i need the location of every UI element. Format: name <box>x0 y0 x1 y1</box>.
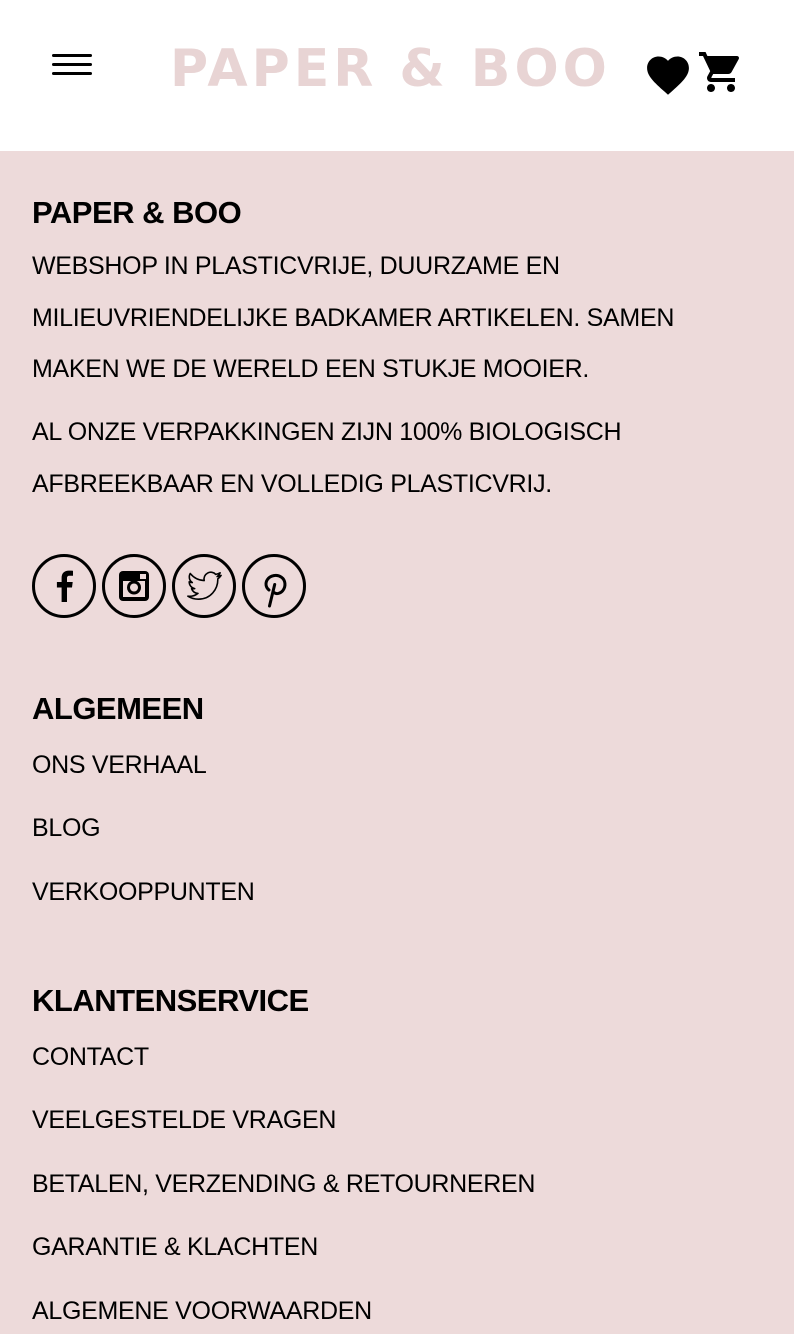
footer-link-warranty-complaints[interactable]: GARANTIE & KLACHTEN <box>32 1231 318 1263</box>
shopping-cart-icon[interactable] <box>696 48 746 96</box>
hamburger-menu-icon[interactable] <box>50 50 94 80</box>
site-footer: PAPER & BOO WEBSHOP IN PLASTICVRIJE, DUU… <box>0 151 794 1334</box>
menu-line <box>52 63 92 66</box>
menu-line <box>52 54 92 57</box>
twitter-icon[interactable] <box>172 554 236 618</box>
footer-link-terms[interactable]: ALGEMENE VOORWAARDEN <box>32 1295 372 1327</box>
footer-link-verkooppunten[interactable]: VERKOOPPUNTEN <box>32 876 255 908</box>
heart-icon[interactable] <box>642 50 694 96</box>
footer-link-faq[interactable]: VEELGESTELDE VRAGEN <box>32 1104 336 1136</box>
about-paragraph: AL ONZE VERPAKKINGEN ZIJN 100% BIOLOGISC… <box>32 418 622 498</box>
instagram-icon[interactable] <box>102 554 166 618</box>
pinterest-icon[interactable] <box>242 554 306 618</box>
social-links <box>32 554 306 618</box>
footer-service-title: KLANTENSERVICE <box>32 983 309 1018</box>
footer-link-contact[interactable]: CONTACT <box>32 1041 149 1073</box>
site-header: PAPER & BOO <box>0 0 794 151</box>
site-logo[interactable]: PAPER & BOO <box>170 38 607 100</box>
menu-line <box>52 72 92 75</box>
about-paragraph: WEBSHOP IN PLASTICVRIJE, DUURZAME EN MIL… <box>32 252 675 383</box>
footer-link-ons-verhaal[interactable]: ONS VERHAAL <box>32 749 207 781</box>
facebook-icon[interactable] <box>32 554 96 618</box>
footer-link-payment-shipping-returns[interactable]: BETALEN, VERZENDING & RETOURNEREN <box>32 1168 535 1200</box>
footer-link-blog[interactable]: BLOG <box>32 812 101 844</box>
footer-general-title: ALGEMEEN <box>32 691 204 726</box>
footer-about-title: PAPER & BOO <box>32 195 242 230</box>
